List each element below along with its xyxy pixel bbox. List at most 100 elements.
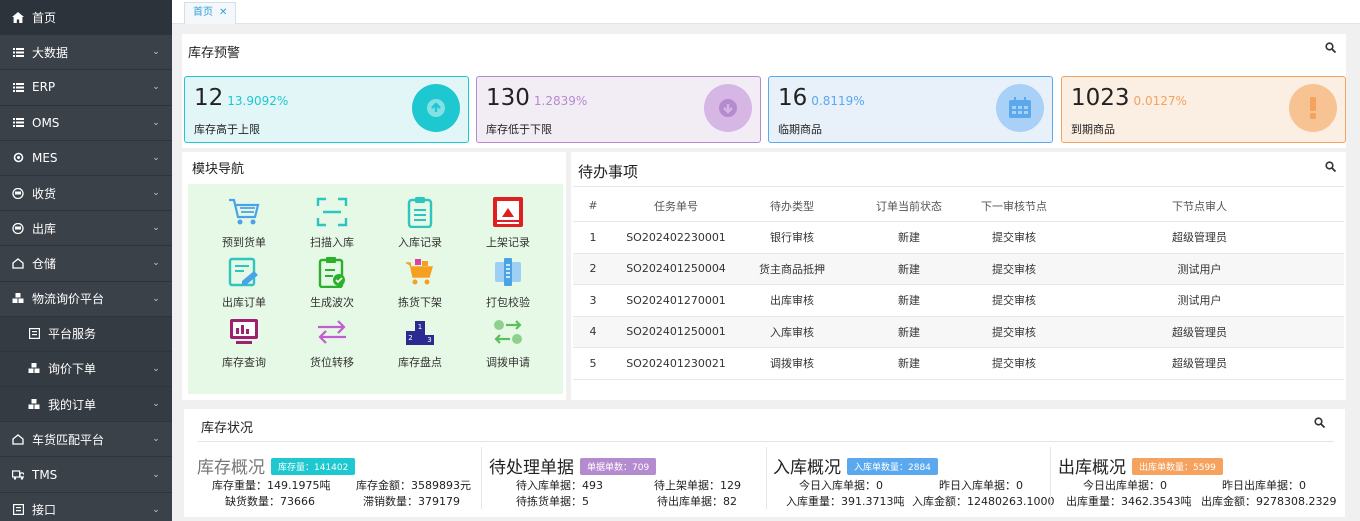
cell: SO202402230001 xyxy=(626,230,726,244)
tab-home[interactable]: 首页 ✕ xyxy=(184,2,237,24)
sidebar-item-label: 询价下单 xyxy=(48,362,97,377)
sidebar-item-label: 车货匹配平台 xyxy=(32,432,105,447)
cell: 新建 xyxy=(898,325,920,339)
sidebar-item-inquiry-order[interactable]: 询价下单 ⌄ xyxy=(0,351,172,388)
close-icon[interactable]: ✕ xyxy=(219,7,227,18)
podium-icon: 12 3 xyxy=(376,314,464,350)
inbound-overview: 入库概况 入库单数量：2884 今日入库单据：0 昨日入库单据：0 入库重量：39… xyxy=(773,453,1054,513)
cell: 新建 xyxy=(898,357,920,371)
sidebar-item-tms[interactable]: TMS ⌄ xyxy=(0,457,172,493)
panel-title: 待办事项 xyxy=(578,163,639,181)
chevron-down-icon: ⌄ xyxy=(152,117,160,128)
module-label: 入库记录 xyxy=(398,236,442,249)
module-prearrival[interactable]: 预到货单 xyxy=(200,194,288,250)
column-header: 订单当前状态 xyxy=(876,199,942,213)
cell: SO202401250004 xyxy=(626,262,726,276)
module-label: 打包校验 xyxy=(486,296,530,309)
alert-card-expiring[interactable]: 16 0.8119% 临期商品 xyxy=(768,76,1053,143)
table-header-row: # 任务单号 待办类型 订单当前状态 下一审核节点 下节点审人 xyxy=(573,190,1344,222)
sidebar-item-oms[interactable]: OMS ⌄ xyxy=(0,106,172,141)
outbound-overview: 出库概况 出库单数量：5599 今日出库单据：0 昨日出库单据：0 出库重量：34… xyxy=(1058,453,1342,513)
count-badge: 库存量：141402 xyxy=(271,458,356,475)
module-stock-query[interactable]: 库存查询 xyxy=(200,314,288,370)
cell: 超级管理员 xyxy=(1172,231,1227,245)
sidebar-item-home[interactable]: 首页 xyxy=(0,0,172,36)
chevron-down-icon: ⌄ xyxy=(152,363,160,374)
module-putaway-records[interactable]: 上架记录 xyxy=(464,194,552,250)
cell: 新建 xyxy=(898,294,920,308)
card-number: 1023 xyxy=(1071,85,1130,111)
module-scan-inbound[interactable]: 扫描入库 xyxy=(288,194,376,250)
cell: 调拨审核 xyxy=(770,357,814,371)
alert-card-below-limit[interactable]: 130 1.2839% 库存低于下限 xyxy=(476,76,761,143)
search-icon[interactable] xyxy=(1325,42,1337,56)
column-header: 待办类型 xyxy=(770,199,814,213)
table-row[interactable]: 1 SO202402230001 银行审核 新建 提交审核 超级管理员 xyxy=(573,222,1344,253)
section-title: 库存概况 xyxy=(197,458,265,478)
table-row[interactable]: 2 SO202401250004 货主商品抵押 新建 提交审核 测试用户 xyxy=(573,253,1344,285)
card-percent: 0.8119% xyxy=(811,94,865,108)
chevron-down-icon: ⌄ xyxy=(152,293,160,304)
clipboard-icon xyxy=(376,194,464,230)
cart-icon xyxy=(200,194,288,230)
sidebar-item-bigdata[interactable]: 大数据 ⌄ xyxy=(0,35,172,71)
search-icon[interactable] xyxy=(1325,161,1337,175)
alert-card-above-limit[interactable]: 12 13.9092% 库存高于上限 xyxy=(184,76,469,143)
module-generate-wave[interactable]: 生成波次 xyxy=(288,254,376,310)
stat-text: 待上架单据：129 xyxy=(654,479,741,492)
sidebar-item-warehouse[interactable]: 仓储 ⌄ xyxy=(0,246,172,282)
sidebar-item-mes[interactable]: MES ⌄ xyxy=(0,141,172,176)
module-label: 拣货下架 xyxy=(398,296,442,309)
sidebar-item-receiving[interactable]: 收货 ⌄ xyxy=(0,176,172,212)
sidebar-item-erp[interactable]: ERP ⌄ xyxy=(0,70,172,106)
section-title: 待处理单据 xyxy=(489,458,574,478)
panel-title: 库存状况 xyxy=(201,421,254,436)
count-badge: 单据单数：709 xyxy=(580,458,657,475)
cell: 测试用户 xyxy=(1177,294,1222,308)
todo-panel: 待办事项 # 任务单号 待办类型 订单当前状态 下一审核节点 下节点审人 1 SO… xyxy=(571,152,1346,400)
column-header: 下一审核节点 xyxy=(981,199,1047,213)
svg-text:3: 3 xyxy=(427,336,431,344)
list-icon xyxy=(12,81,24,93)
sidebar-item-label: TMS xyxy=(32,467,58,482)
svg-text:1: 1 xyxy=(418,323,422,331)
sidebar-item-label: 平台服务 xyxy=(48,327,97,342)
module-location-transfer[interactable]: 货位转移 xyxy=(288,314,376,370)
alert-card-expired[interactable]: 1023 0.0127% 到期商品 xyxy=(1061,76,1346,143)
module-picking[interactable]: 拣货下架 xyxy=(376,254,464,310)
module-grid: 预到货单 扫描入库 入库记录 上架记录 出库订单 生成波次 拣货下架 打包校验 … xyxy=(188,184,563,394)
table-row[interactable]: 4 SO202401250001 入库审核 新建 提交审核 超级管理员 xyxy=(573,316,1344,348)
pending-documents: 待处理单据 单据单数：709 待入库单据：493 待上架单据：129 待拣货单据：… xyxy=(489,453,769,513)
table-row[interactable]: 5 SO202401230021 调拨审核 新建 提交审核 超级管理员 xyxy=(573,348,1344,379)
section-title: 入库概况 xyxy=(773,458,841,478)
cell: SO202401230021 xyxy=(626,356,726,370)
todo-table: # 任务单号 待办类型 订单当前状态 下一审核节点 下节点审人 1 SO20240… xyxy=(573,190,1344,380)
module-stocktaking[interactable]: 1 2 3 库存盘点 xyxy=(376,314,464,370)
sidebar-item-outbound[interactable]: 出库 ⌄ xyxy=(0,211,172,247)
cell: 货主商品抵押 xyxy=(759,262,825,276)
module-allocation-request[interactable]: 调拨申请 xyxy=(464,314,552,370)
sidebar-item-my-orders[interactable]: 我的订单 ⌄ xyxy=(0,387,172,423)
module-outbound-orders[interactable]: 出库订单 xyxy=(200,254,288,310)
module-pack-check[interactable]: 打包校验 xyxy=(464,254,552,310)
house-icon xyxy=(12,433,24,445)
column-header: 下节点审人 xyxy=(1172,199,1227,213)
scan-icon xyxy=(288,194,376,230)
cell: 1 xyxy=(589,230,597,244)
stat-text: 库存金额：3589893元 xyxy=(356,479,471,492)
panel-title: 库存预警 xyxy=(188,46,241,61)
sidebar-item-cargo-match[interactable]: 车货匹配平台 ⌄ xyxy=(0,422,172,458)
home-icon xyxy=(12,11,24,23)
sidebar-item-platform-service[interactable]: 平台服务 xyxy=(0,316,172,352)
chevron-down-icon: ⌄ xyxy=(152,469,160,480)
search-icon[interactable] xyxy=(1314,417,1326,431)
sidebar-item-label: 我的订单 xyxy=(48,397,97,412)
module-label: 出库订单 xyxy=(222,296,266,309)
sidebar-item-logistics-platform[interactable]: 物流询价平台 ⌄ xyxy=(0,282,172,317)
tab-bar: 首页 ✕ xyxy=(172,0,1360,24)
sidebar-item-api[interactable]: 接口 ⌄ xyxy=(0,493,172,521)
sidebar-item-label: 物流询价平台 xyxy=(32,292,105,307)
table-row[interactable]: 3 SO202401270001 出库审核 新建 提交审核 测试用户 xyxy=(573,285,1344,316)
calendar-icon xyxy=(996,84,1044,132)
module-inbound-records[interactable]: 入库记录 xyxy=(376,194,464,250)
